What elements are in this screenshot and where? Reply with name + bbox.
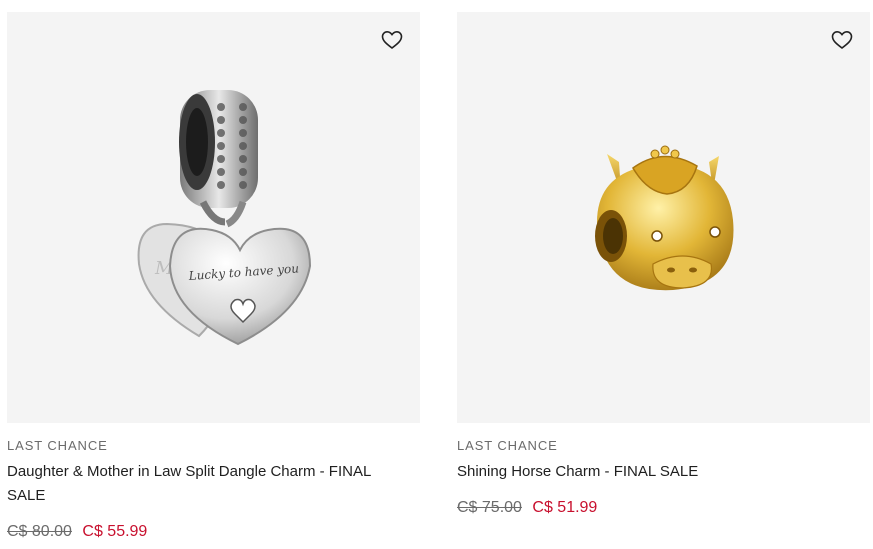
product-image[interactable] [457, 12, 870, 423]
product-price: C$ 80.00 C$ 55.99 [7, 521, 420, 543]
wishlist-heart-icon[interactable] [380, 28, 404, 52]
wishlist-heart-icon[interactable] [830, 28, 854, 52]
product-image[interactable]: M Lucky to have you [7, 12, 420, 423]
heart-outline-icon [831, 30, 853, 50]
sale-price: C$ 55.99 [82, 523, 148, 540]
horse-charm-image [595, 145, 734, 291]
badge-label: LAST CHANCE [457, 438, 558, 453]
product-card[interactable]: M Lucky to have you LAST CHANCE Daughter… [7, 12, 420, 543]
badge-label: LAST CHANCE [7, 438, 108, 453]
product-name-link[interactable]: Shining Horse Charm - FINAL SALE [457, 460, 857, 484]
product-price: C$ 75.00 C$ 51.99 [457, 497, 870, 519]
product-name-link[interactable]: Daughter & Mother in Law Split Dangle Ch… [7, 460, 407, 508]
heart-outline-icon [381, 30, 403, 50]
dangle-charm-image: M Lucky to have you [137, 90, 312, 346]
original-price: C$ 80.00 [7, 523, 72, 540]
product-card[interactable]: LAST CHANCE Shining Horse Charm - FINAL … [457, 12, 870, 519]
original-price: C$ 75.00 [457, 499, 522, 516]
sale-price: C$ 51.99 [532, 499, 598, 516]
